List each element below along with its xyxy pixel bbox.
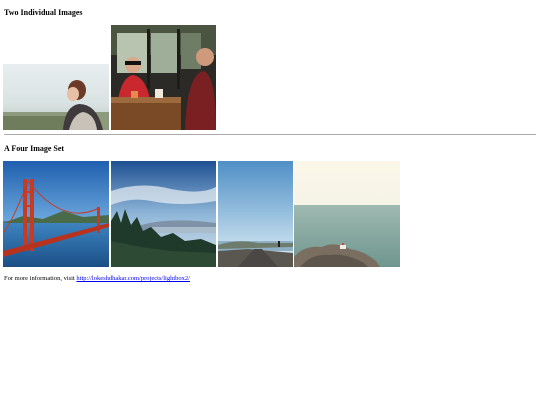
road-by-sea-image <box>218 161 293 267</box>
footer-text: For more information, visit <box>4 275 77 282</box>
footer-info: For more information, visit http://lokes… <box>4 275 190 282</box>
road-by-sea-thumbnail[interactable] <box>218 161 293 267</box>
rocky-coastline-image <box>294 161 400 267</box>
section-title-four-image-set: A Four Image Set <box>4 144 65 153</box>
friends-at-cafe-image <box>111 25 216 130</box>
lightbox-project-link[interactable]: http://lokeshdhakar.com/projects/lightbo… <box>76 275 190 282</box>
forest-overlook-thumbnail[interactable] <box>111 161 216 267</box>
section-title-individual-images: Two Individual Images <box>4 8 83 17</box>
forest-overlook-image <box>111 161 216 267</box>
golden-gate-bridge-thumbnail[interactable] <box>3 161 109 267</box>
woman-looking-away-image <box>3 64 109 130</box>
section-divider <box>4 134 536 135</box>
friends-at-cafe-thumbnail[interactable] <box>111 25 216 130</box>
rocky-coastline-thumbnail[interactable] <box>294 161 400 267</box>
woman-looking-away-thumbnail[interactable] <box>3 64 109 130</box>
golden-gate-bridge-image <box>3 161 109 267</box>
